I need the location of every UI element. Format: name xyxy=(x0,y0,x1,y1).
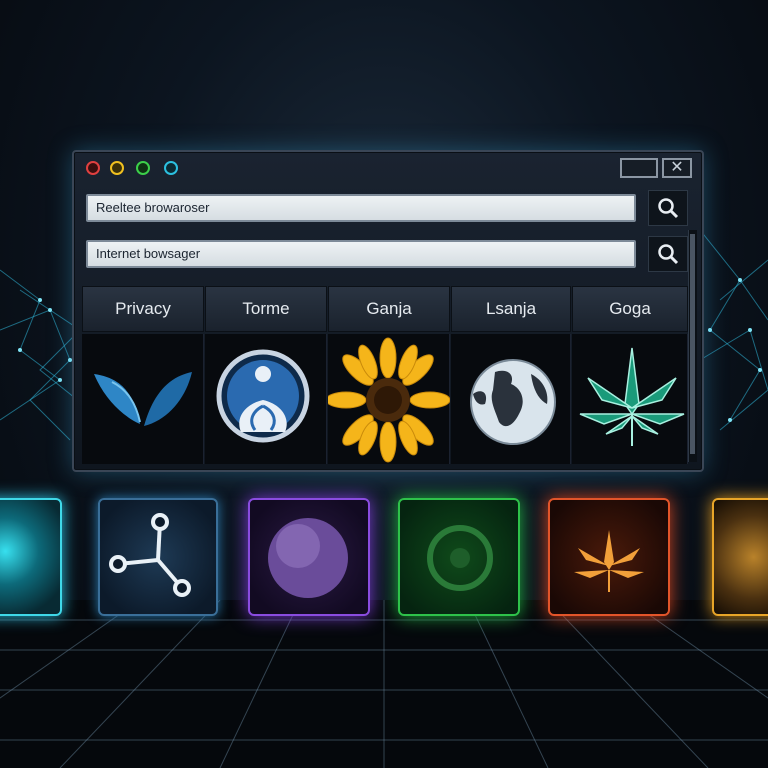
torme-panel[interactable] xyxy=(205,334,327,464)
goga-panel[interactable] xyxy=(572,334,688,464)
privacy-panel[interactable] xyxy=(82,334,204,464)
cyan-rock-tile[interactable] xyxy=(0,498,62,616)
address-bar-text: Reeltee browaroser xyxy=(96,200,210,215)
search-button-2[interactable] xyxy=(648,236,688,272)
lsanja-panel[interactable] xyxy=(451,334,571,464)
purple-planet-tile[interactable] xyxy=(248,498,370,616)
magnifier-icon xyxy=(658,198,679,219)
minimize-dot[interactable] xyxy=(110,161,124,175)
vertical-scrollbar[interactable] xyxy=(688,230,697,462)
gold-rock-tile[interactable] xyxy=(712,498,768,616)
maximize-button[interactable] xyxy=(620,158,658,178)
search-bar-text: Internet bowsager xyxy=(96,246,201,261)
tab-goga[interactable]: Goga xyxy=(572,286,688,332)
orange-leaf-tile[interactable] xyxy=(548,498,670,616)
globe-icon xyxy=(470,359,556,445)
purple-planet-icon xyxy=(268,518,348,598)
tab-label: Goga xyxy=(609,299,651,318)
sunflower-icon xyxy=(328,337,450,463)
zoom-dot[interactable] xyxy=(136,161,150,175)
cannabis-leaf-icon xyxy=(579,347,685,446)
close-icon: ✕ xyxy=(670,159,684,176)
search-bar[interactable]: Internet bowsager xyxy=(86,240,636,268)
v-leaf-icon xyxy=(94,372,192,426)
tab-label: Torme xyxy=(242,299,290,318)
orange-leaf-icon xyxy=(574,530,644,592)
green-symbol-tile[interactable] xyxy=(398,498,520,616)
tab-torme[interactable]: Torme xyxy=(205,286,327,332)
green-symbol-icon xyxy=(427,525,493,591)
share-node-icon xyxy=(109,513,191,597)
share-node-tile[interactable] xyxy=(98,498,218,616)
tab-label: Lsanja xyxy=(485,299,537,318)
address-bar[interactable]: Reeltee browaroser xyxy=(86,194,636,222)
tab-lsanja[interactable]: Lsanja xyxy=(451,286,571,332)
close-dot[interactable] xyxy=(86,161,100,175)
ganja-panel[interactable] xyxy=(328,334,450,464)
browser-window: ✕ Reeltee browaroser Internet bowsager P… xyxy=(72,150,704,472)
tab-ganja[interactable]: Ganja xyxy=(328,286,450,332)
tor-onion-person-icon xyxy=(216,349,310,443)
scroll-thumb[interactable] xyxy=(690,234,695,454)
close-button[interactable]: ✕ xyxy=(662,158,692,178)
info-dot[interactable] xyxy=(164,161,178,175)
tab-label: Ganja xyxy=(366,299,412,318)
title-bar: ✕ xyxy=(74,152,698,184)
tab-label: Privacy xyxy=(115,299,171,318)
search-button[interactable] xyxy=(648,190,688,226)
magnifier-icon xyxy=(658,244,679,265)
tab-privacy[interactable]: Privacy xyxy=(82,286,204,332)
grid-floor xyxy=(0,600,768,768)
